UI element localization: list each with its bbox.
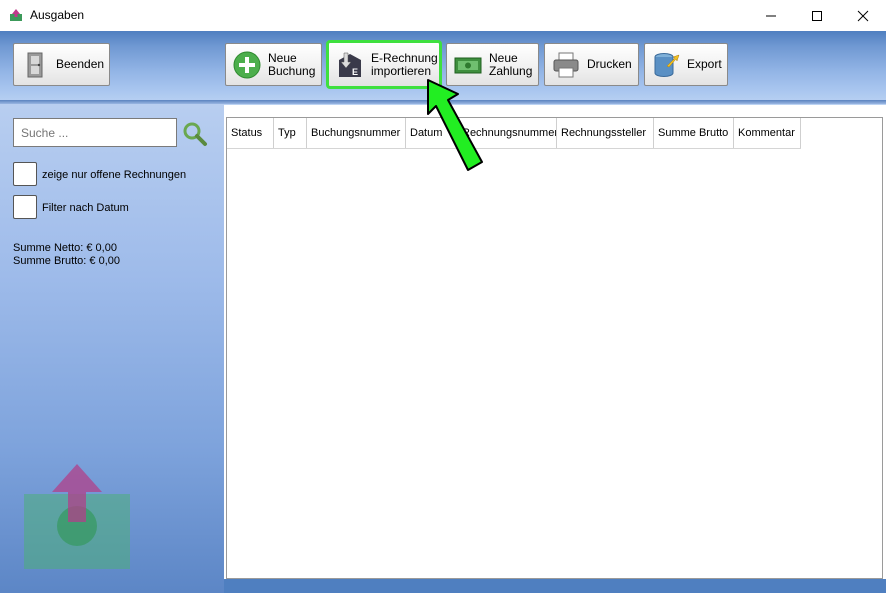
column-header-comment[interactable]: Kommentar	[734, 118, 801, 148]
quit-button-label: Beenden	[56, 57, 105, 71]
quit-button[interactable]: Beenden	[13, 43, 110, 86]
maximize-icon	[812, 10, 822, 21]
column-header-type[interactable]: Typ	[274, 118, 307, 148]
window-title: Ausgaben	[30, 8, 85, 22]
einvoice-import-icon: E	[339, 52, 361, 77]
maximize-button[interactable]	[794, 0, 840, 31]
column-header-invoice-issuer[interactable]: Rechnungssteller	[557, 118, 654, 148]
bookings-table[interactable]: Status Typ Buchungsnummer Datum Rechnung…	[226, 117, 883, 579]
close-icon	[857, 10, 869, 21]
sum-gross: Summe Brutto: € 0,00	[13, 255, 120, 267]
new-booking-label: Neue Buchung	[268, 50, 316, 78]
title-bar: Ausgaben	[0, 0, 886, 31]
app-icon	[10, 9, 22, 21]
annotation-arrow-icon	[427, 79, 483, 171]
export-label: Export	[687, 57, 722, 71]
export-button[interactable]: Export	[644, 43, 728, 86]
date-filter-label: Filter nach Datum	[42, 202, 129, 214]
money-bills-icon	[454, 57, 482, 73]
window-bottom-edge	[224, 579, 886, 593]
table-header: Status Typ Buchungsnummer Datum Rechnung…	[227, 118, 801, 149]
print-button[interactable]: Drucken	[544, 43, 639, 86]
sum-net: Summe Netto: € 0,00	[13, 242, 117, 254]
plus-circle-icon	[233, 51, 261, 78]
close-button[interactable]	[840, 0, 886, 31]
import-einvoice-label: E-Rechnung importieren	[371, 50, 438, 78]
open-invoices-checkbox[interactable]	[13, 162, 37, 186]
minimize-icon	[766, 15, 776, 16]
print-label: Drucken	[587, 57, 632, 71]
column-header-gross-total[interactable]: Summe Brutto	[654, 118, 734, 148]
printer-icon	[553, 52, 579, 77]
minimize-button[interactable]	[748, 0, 794, 31]
search-icon[interactable]	[182, 121, 208, 147]
column-header-booking-number[interactable]: Buchungsnummer	[307, 118, 406, 148]
new-payment-label: Neue Zahlung	[489, 50, 533, 78]
database-export-icon	[654, 52, 680, 77]
app-logo-watermark-icon	[24, 464, 130, 569]
search-input[interactable]	[13, 118, 177, 147]
new-booking-button[interactable]: Neue Buchung	[225, 43, 322, 86]
svg-text:E: E	[352, 67, 358, 77]
column-header-status[interactable]: Status	[227, 118, 274, 148]
open-invoices-label: zeige nur offene Rechnungen	[42, 169, 187, 181]
date-filter-checkbox[interactable]	[13, 195, 37, 219]
door-exit-icon	[27, 52, 43, 77]
